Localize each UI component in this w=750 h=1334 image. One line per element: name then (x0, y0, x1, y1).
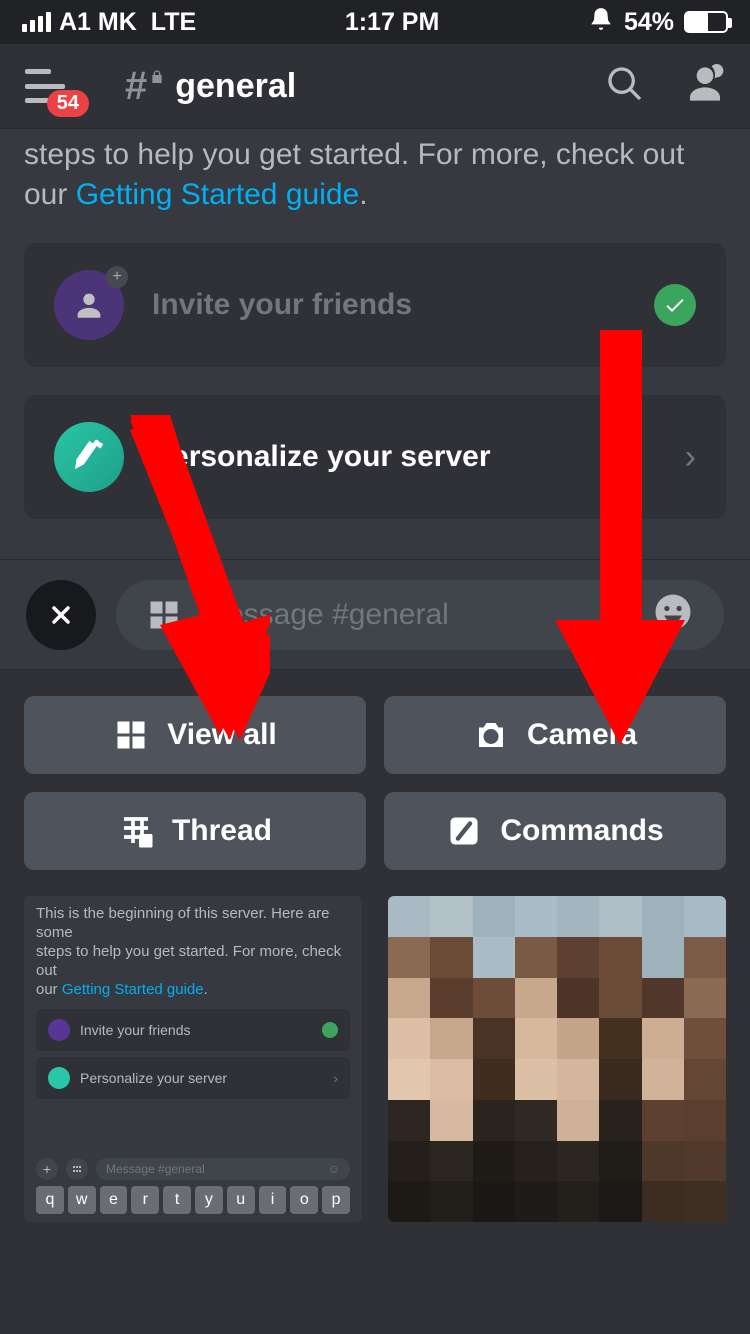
media-thumbnail-photo[interactable] (388, 896, 726, 1222)
thread-icon (118, 813, 154, 849)
grid-icon (113, 717, 149, 753)
checkmark-icon (654, 284, 696, 326)
commands-label: Commands (500, 814, 663, 848)
alarm-icon (588, 6, 614, 39)
invite-friends-icon: + (54, 270, 124, 340)
message-input-row: Message #general (0, 559, 750, 669)
network-label: LTE (151, 8, 196, 37)
carrier-label: A1 MK (59, 8, 137, 37)
personalize-icon (54, 422, 124, 492)
channel-header: 54 # general (0, 44, 750, 129)
emoji-button[interactable] (652, 591, 694, 638)
channel-hash-icon: # (125, 64, 165, 109)
personalize-server-card[interactable]: Personalize your server › (24, 395, 726, 519)
mini-keyboard: qwertyuiop (36, 1186, 350, 1214)
unread-badge: 54 (47, 90, 89, 117)
gallery-icon (146, 597, 182, 633)
chevron-right-icon: › (685, 438, 696, 477)
welcome-text: steps to help you get started. For more,… (24, 135, 726, 215)
camera-button[interactable]: Camera (384, 696, 726, 774)
attachments-panel: View all Camera Thread Commands This is … (0, 669, 750, 1334)
battery-icon (684, 11, 728, 33)
commands-button[interactable]: Commands (384, 792, 726, 870)
message-input[interactable]: Message #general (116, 580, 724, 650)
camera-icon (473, 717, 509, 753)
getting-started-link[interactable]: Getting Started guide (76, 178, 360, 211)
members-button[interactable] (685, 64, 725, 109)
media-thumbnail-screenshot[interactable]: This is the beginning of this server. He… (24, 896, 362, 1222)
close-attachments-button[interactable] (26, 580, 96, 650)
clock-label: 1:17 PM (196, 8, 588, 37)
invite-friends-card[interactable]: + Invite your friends (24, 243, 726, 367)
channel-content: steps to help you get started. For more,… (0, 129, 750, 559)
personalize-label: Personalize your server (152, 440, 491, 474)
thread-button[interactable]: Thread (24, 792, 366, 870)
search-button[interactable] (605, 64, 645, 109)
thread-label: Thread (172, 814, 272, 848)
invite-friends-label: Invite your friends (152, 288, 412, 322)
view-all-label: View all (167, 718, 277, 752)
menu-button[interactable]: 54 (25, 69, 65, 103)
battery-percent-label: 54% (624, 8, 674, 37)
commands-icon (446, 813, 482, 849)
status-bar: A1 MK LTE 1:17 PM 54% (0, 0, 750, 44)
view-all-button[interactable]: View all (24, 696, 366, 774)
signal-icon (22, 12, 51, 32)
message-placeholder: Message #general (202, 598, 632, 632)
camera-label: Camera (527, 718, 637, 752)
channel-name-label: general (175, 67, 296, 106)
